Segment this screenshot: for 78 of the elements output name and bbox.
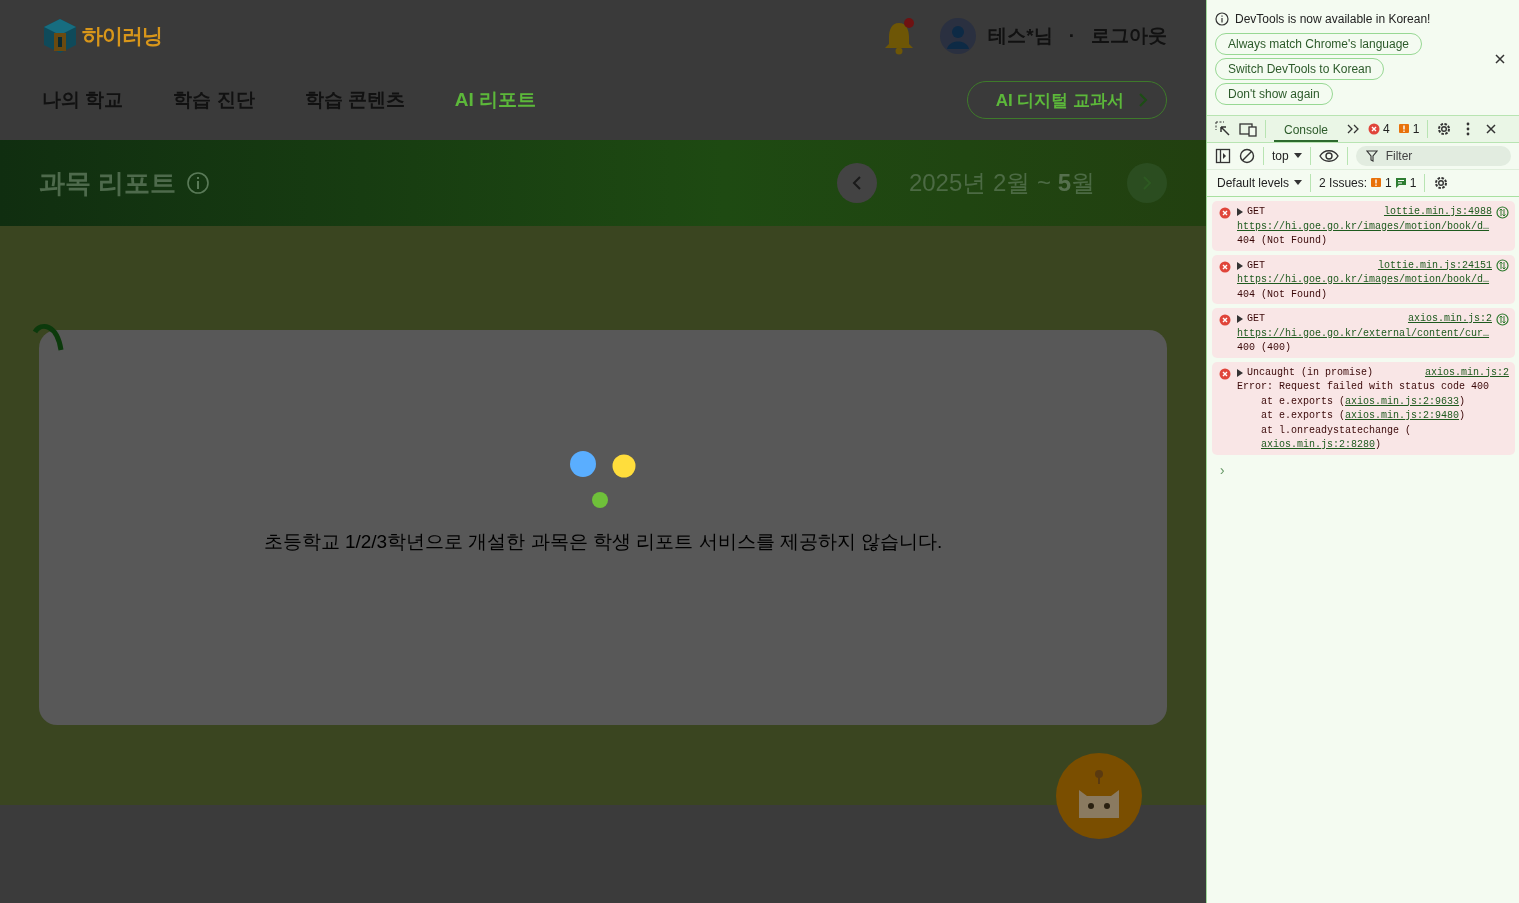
- message-summary: Uncaught (in promise): [1247, 365, 1375, 380]
- expand-triangle-icon[interactable]: [1237, 368, 1243, 377]
- stack-frame-link[interactable]: axios.min.js:2:9480: [1345, 409, 1460, 424]
- message-icon: [1394, 177, 1407, 189]
- loading-dots-icon: [569, 450, 637, 509]
- error-icon: [1219, 367, 1231, 380]
- chevron-right-icon: [1138, 92, 1149, 108]
- caret-icon: [1293, 153, 1302, 159]
- stack-frame-text: ): [1375, 438, 1382, 452]
- network-request-icon: [1496, 205, 1509, 219]
- language-option-button[interactable]: Always match Chrome's language: [1215, 33, 1423, 55]
- caret-icon: [1294, 180, 1303, 186]
- expand-triangle-icon[interactable]: [1237, 261, 1243, 270]
- source-link[interactable]: axios.min.js:2: [1425, 365, 1509, 380]
- error-text: Error: Request failed with status code 400: [1237, 380, 1491, 394]
- source-link[interactable]: axios.min.js:2: [1408, 312, 1492, 327]
- stack-frame-text: ): [1459, 409, 1466, 423]
- error-count[interactable]: 4: [1368, 122, 1390, 136]
- clear-console-icon[interactable]: [1239, 148, 1255, 164]
- stack-frame-text: at l.onreadystatechange (: [1261, 423, 1412, 438]
- settings-icon[interactable]: [1433, 175, 1450, 191]
- stack-frame-link[interactable]: axios.min.js:2:9633: [1345, 394, 1460, 409]
- count-text: 1: [1412, 122, 1420, 136]
- notice-message: 초등학교 1/2/3학년으로 개설한 과목은 학생 리포트 서비스를 제공하지 않습니다.: [263, 529, 943, 554]
- inspect-element-icon[interactable]: [1215, 121, 1231, 137]
- language-option-button[interactable]: Switch DevTools to Korean: [1215, 58, 1385, 80]
- info-icon: [1215, 12, 1229, 26]
- notice-text: DevTools is now available in Korean!: [1235, 12, 1431, 26]
- warning-icon: [1397, 123, 1410, 135]
- source-link[interactable]: lottie.min.js:4988: [1383, 205, 1492, 220]
- error-icon: [1368, 123, 1381, 135]
- log-levels-dropdown[interactable]: Default levels: [1217, 176, 1303, 190]
- message-summary: GET: [1247, 205, 1266, 219]
- error-icon: [1219, 207, 1231, 219]
- page-title: 과목 리포트: [39, 166, 177, 200]
- request-url-link[interactable]: https://hi.goe.go.kr/external/content/cur…: [1237, 326, 1509, 341]
- warning-icon: [1370, 177, 1383, 189]
- settings-icon[interactable]: [1436, 121, 1453, 137]
- sidebar-icon[interactable]: [1215, 148, 1231, 164]
- source-link[interactable]: lottie.min.js:24151: [1377, 258, 1492, 273]
- status-text: 404 (Not Found): [1237, 234, 1328, 248]
- filter-icon: [1365, 150, 1378, 162]
- stack-frame-link[interactable]: axios.min.js:2:8280: [1261, 438, 1376, 453]
- message-summary: GET: [1247, 312, 1266, 326]
- status-text: 400 (400): [1237, 341, 1292, 355]
- avatar-icon: [940, 18, 977, 54]
- issues-button[interactable]: 2 Issues: 1 1: [1319, 176, 1417, 190]
- eye-icon[interactable]: [1318, 149, 1339, 163]
- context-dropdown[interactable]: top: [1272, 149, 1302, 163]
- logo-icon: [42, 17, 78, 55]
- warning-count[interactable]: 1: [1397, 122, 1420, 136]
- more-tabs-icon[interactable]: [1346, 123, 1361, 135]
- chevron-left-icon: [851, 175, 862, 191]
- expand-triangle-icon[interactable]: [1237, 208, 1243, 217]
- stack-frame-text: ): [1459, 394, 1466, 409]
- network-request-icon: [1496, 259, 1509, 273]
- stack-frame-text: at e.exports (: [1261, 394, 1345, 409]
- network-request-icon: [1496, 312, 1509, 326]
- stack-frame-text: at e.exports (: [1261, 409, 1345, 423]
- filter-input[interactable]: Filter: [1383, 148, 1488, 164]
- logo-text[interactable]: 하이러닝: [82, 22, 162, 50]
- language-option-button[interactable]: Don't show again: [1215, 83, 1333, 105]
- request-url-link[interactable]: https://hi.goe.go.kr/images/motion/book/d…: [1237, 273, 1509, 288]
- filter-field[interactable]: Filter: [1355, 146, 1511, 166]
- info-icon: [186, 171, 211, 195]
- status-text: 404 (Not Found): [1237, 287, 1328, 302]
- message-summary: GET: [1247, 258, 1266, 273]
- console-tab[interactable]: Console: [1274, 116, 1339, 142]
- close-icon[interactable]: [1493, 51, 1507, 66]
- device-toolbar-icon[interactable]: [1239, 121, 1257, 137]
- separator-dot: ·: [1067, 25, 1076, 47]
- nav-tab[interactable]: AI 리포트: [454, 87, 537, 113]
- close-icon[interactable]: [1484, 122, 1499, 136]
- count-text: 4: [1383, 122, 1390, 136]
- expand-triangle-icon[interactable]: [1237, 315, 1243, 324]
- request-url-link[interactable]: https://hi.goe.go.kr/images/motion/book/d…: [1237, 219, 1509, 234]
- error-icon: [1219, 260, 1231, 273]
- error-icon: [1219, 314, 1231, 326]
